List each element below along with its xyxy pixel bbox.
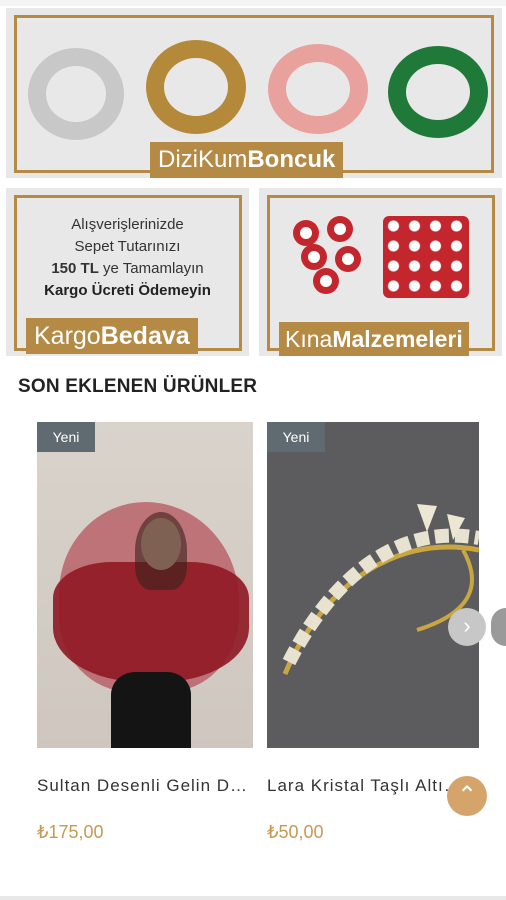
necklace-gold-image — [146, 40, 246, 134]
banner-kina-malzemeleri[interactable]: KınaMalzemeleri — [259, 188, 502, 356]
banner-dizikum-boncuk[interactable]: DiziKumBoncuk — [6, 8, 502, 178]
tiara-image — [282, 504, 479, 675]
promo-right-tag: KınaMalzemeleri — [279, 322, 469, 356]
kina-tray-image — [383, 216, 469, 298]
product-image[interactable] — [267, 422, 479, 748]
top-strip — [0, 0, 506, 6]
promo-line-1: Alışverişlerinizde — [71, 216, 184, 233]
promo-line-3-rest: ye Tamamlayın — [98, 260, 204, 277]
necklace-green-image — [388, 46, 488, 138]
promo-right-tag-light: Kına — [285, 326, 333, 352]
necklace-silver-image — [28, 48, 124, 140]
chevron-right-icon: › — [463, 613, 471, 638]
carousel-next-button[interactable]: › — [448, 608, 486, 646]
banner-tag-light: DiziKum — [158, 146, 248, 173]
new-badge: Yeni — [37, 422, 95, 452]
promo-amount: 150 TL — [51, 260, 99, 277]
promo-left-tag: KargoBedava — [26, 318, 198, 354]
bottom-edge — [0, 896, 506, 900]
product-image[interactable] — [37, 422, 253, 748]
dress-shape — [111, 672, 191, 748]
kina-candles-image — [287, 216, 369, 296]
promo-line-3: 150 TL ye Tamamlayın — [6, 258, 249, 280]
hair-shape — [135, 512, 187, 590]
promo-left-tag-bold: Bedava — [100, 322, 190, 350]
product-name[interactable]: Lara Kristal Taşlı Altın Taç — [267, 776, 467, 796]
chevron-up-icon: ⌃ — [456, 782, 478, 809]
necklace-pink-image — [268, 44, 368, 134]
promo-left-tag-light: Kargo — [34, 322, 101, 350]
promo-line-2: Sepet Tutarınızı — [74, 238, 181, 255]
carousel-next-button-shadow — [491, 608, 506, 646]
banner-kargo-bedava[interactable]: Alışverişlerinizde Sepet Tutarınızı 150 … — [6, 188, 249, 356]
product-name[interactable]: Sultan Desenli Gelin Duvağı — [37, 776, 253, 796]
new-badge: Yeni — [267, 422, 325, 452]
section-title: SON EKLENEN ÜRÜNLER — [18, 376, 258, 397]
banner-tag-bold: Boncuk — [247, 146, 336, 173]
product-price: ₺50,00 — [267, 822, 324, 842]
product-price: ₺175,00 — [37, 822, 104, 842]
promo-line-4: Kargo Ücreti Ödemeyin — [44, 282, 211, 299]
promo-right-tag-bold: Malzemeleri — [332, 326, 463, 352]
banner-tag: DiziKumBoncuk — [150, 142, 344, 178]
back-to-top-button[interactable]: ⌃ — [447, 776, 487, 816]
